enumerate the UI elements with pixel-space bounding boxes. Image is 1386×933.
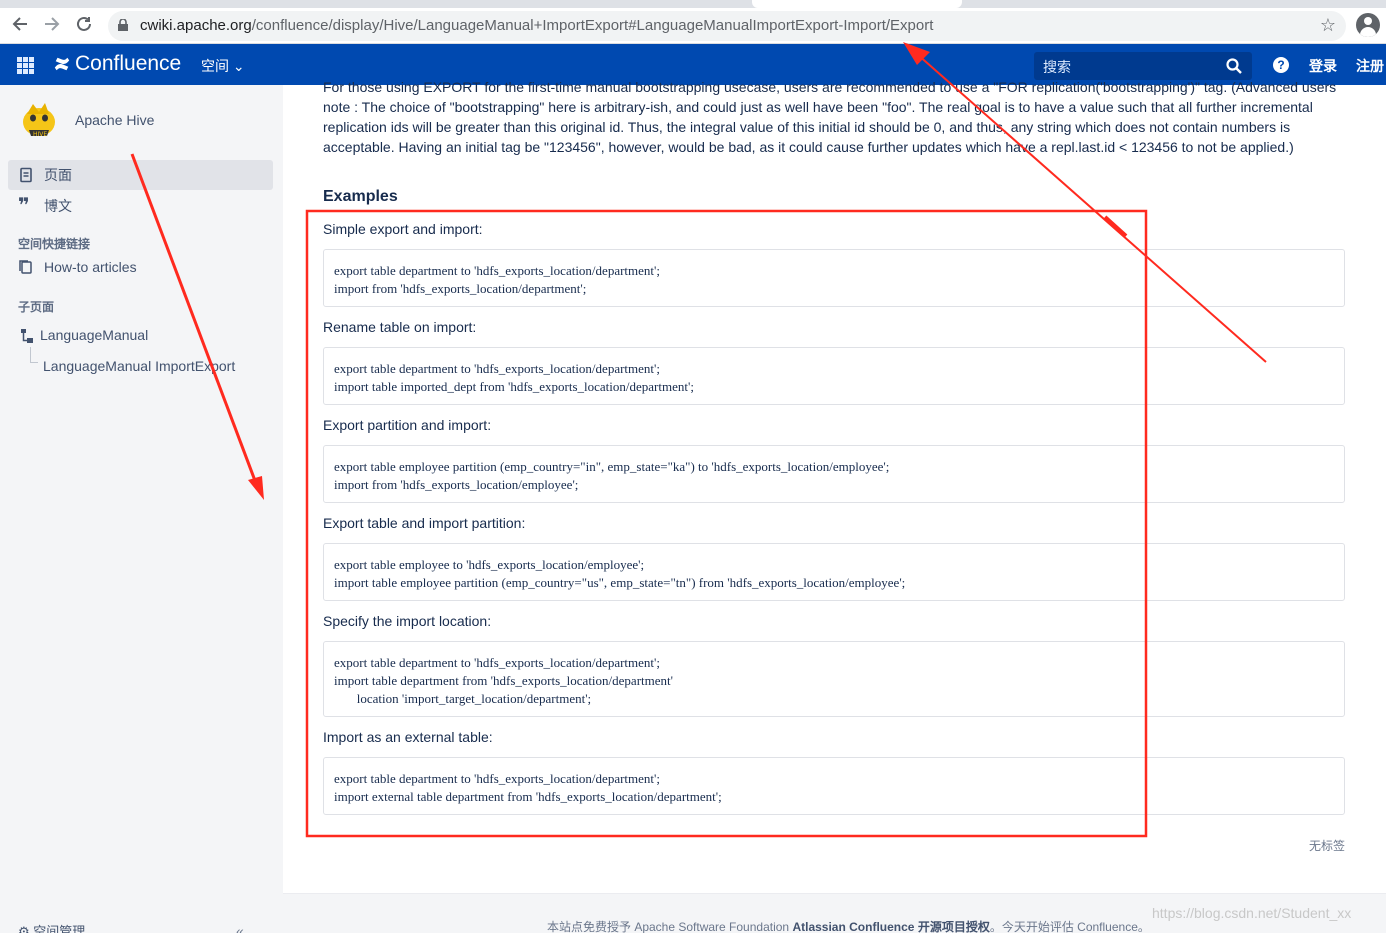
watermark: https://blog.csdn.net/Student_xx [1152,905,1352,921]
tree-connector [30,347,38,363]
example-label: Import as an external table: [323,729,493,745]
example-label: Export partition and import: [323,417,492,433]
tab-strip [0,0,1386,8]
intro-paragraph: For those using EXPORT for the first-tim… [323,79,1337,155]
example-label: Specify the import location: [323,613,492,629]
browser-toolbar: cwiki.apache.org/confluence/display/Hive… [0,0,1386,44]
space-sidebar: HIVE Apache Hive 页面 ❞ 博文 空间快捷链接 How-to a… [0,85,283,933]
code-block[interactable]: export table department to 'hdfs_exports… [323,249,1345,307]
sidebar-item-howto[interactable]: How-to articles [8,252,273,282]
sidebar-item-label: 博文 [44,198,72,214]
example-label: Simple export and import: [323,221,483,237]
active-tab[interactable] [752,0,962,8]
back-icon[interactable] [10,14,30,34]
spaces-menu-label: 空间 [201,58,229,74]
no-labels-text: 无标签 [1309,839,1346,853]
sidebar-item-blog[interactable]: ❞ 博文 [8,191,273,221]
page-content: For those using EXPORT for the first-tim… [283,79,1386,893]
tree-item-languagemanual[interactable]: LanguageManual [40,327,148,343]
profile-avatar[interactable] [1356,13,1380,37]
space-admin-label: 空间管理 [33,924,86,933]
footer-text: 本站点免费授予 Apache Software Foundation Atlas… [547,918,1150,933]
reload-icon[interactable] [74,14,94,34]
search-field[interactable]: 搜索 [1034,52,1252,80]
footer-license-link[interactable]: Atlassian Confluence 开源项目授权 [792,920,989,933]
svg-text:HIVE: HIVE [33,131,47,138]
chevron-down-icon: ⌄ [232,58,245,74]
sidebar-item-label: 页面 [44,167,72,183]
sidebar-item-pages[interactable]: 页面 [8,160,273,190]
footer-suffix: 。今天开始评估 Confluence。 [989,920,1150,933]
collapse-sidebar-icon[interactable]: « [236,923,244,933]
search-icon[interactable] [1226,58,1242,74]
code-block[interactable]: export table department to 'hdfs_exports… [323,757,1345,815]
sidebar-item-label: How-to articles [44,259,137,275]
address-bar[interactable]: cwiki.apache.org/confluence/display/Hive… [108,11,1346,41]
page-icon [18,167,34,183]
confluence-logo[interactable]: Confluence [53,52,181,76]
copy-icon [18,259,34,275]
tree-item-importexport[interactable]: LanguageManual ImportExport [43,358,235,374]
tree-icon [21,329,33,343]
footer-prefix: 本站点免费授予 Apache Software Foundation [547,920,793,933]
example-label: Export table and import partition: [323,515,526,531]
example-label: Rename table on import: [323,319,477,335]
spaces-menu[interactable]: 空间 ⌄ [201,56,245,76]
shortcuts-heading: 空间快捷链接 [18,237,91,251]
code-block[interactable]: export table employee to 'hdfs_exports_l… [323,543,1345,601]
code-block[interactable]: export table department to 'hdfs_exports… [323,347,1345,405]
help-icon[interactable]: ? [1273,57,1289,73]
login-link[interactable]: 登录 [1309,56,1337,76]
children-heading: 子页面 [18,300,55,314]
quote-icon: ❞ [18,195,30,217]
lock-icon [118,19,128,31]
bookmark-star-icon[interactable]: ☆ [1320,15,1336,36]
confluence-logo-icon [54,57,70,71]
forward-icon[interactable] [42,14,62,34]
signup-link[interactable]: 注册 [1356,56,1384,76]
code-block[interactable]: export table department to 'hdfs_exports… [323,641,1345,717]
code-block[interactable]: export table employee partition (emp_cou… [323,445,1345,503]
app-switcher-icon[interactable] [17,57,34,74]
url-text: cwiki.apache.org/confluence/display/Hive… [140,17,934,34]
gear-icon: ⚙ [18,924,30,933]
space-admin-link[interactable]: ⚙ 空间管理 [18,921,85,933]
hive-logo-icon[interactable]: HIVE [17,100,67,140]
search-input[interactable]: 搜索 [1043,57,1071,77]
examples-heading: Examples [323,188,398,205]
brand-name: Confluence [75,52,182,75]
space-name[interactable]: Apache Hive [75,112,154,128]
